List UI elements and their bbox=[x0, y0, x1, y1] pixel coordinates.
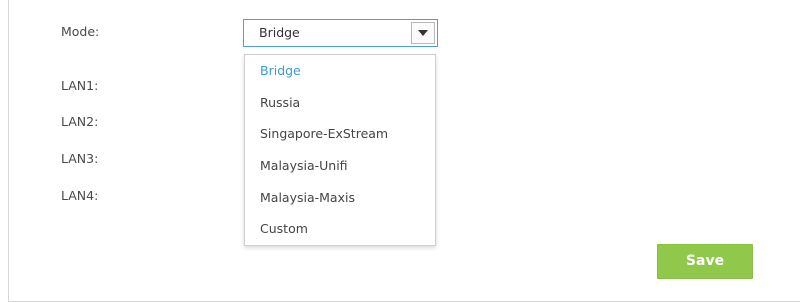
dropdown-toggle-button[interactable] bbox=[411, 22, 435, 44]
mode-select[interactable]: Bridge bbox=[243, 19, 438, 47]
lan4-label: LAN4: bbox=[61, 188, 99, 203]
lan2-label: LAN2: bbox=[61, 114, 99, 129]
lan3-label: LAN3: bbox=[61, 151, 99, 166]
option-russia[interactable]: Russia bbox=[260, 95, 300, 111]
mode-label: Mode: bbox=[61, 24, 100, 39]
lan1-label: LAN1: bbox=[61, 78, 99, 93]
save-button[interactable]: Save bbox=[657, 244, 753, 279]
mode-select-value: Bridge bbox=[259, 25, 300, 40]
option-custom[interactable]: Custom bbox=[260, 221, 308, 237]
option-bridge[interactable]: Bridge bbox=[260, 63, 301, 79]
option-singapore-exstream[interactable]: Singapore-ExStream bbox=[260, 126, 388, 142]
option-malaysia-unifi[interactable]: Malaysia-Unifi bbox=[260, 158, 348, 174]
mode-dropdown-list: Bridge Russia Singapore-ExStream Malaysi… bbox=[244, 54, 436, 246]
option-malaysia-maxis[interactable]: Malaysia-Maxis bbox=[260, 190, 355, 206]
chevron-down-icon bbox=[418, 30, 428, 36]
